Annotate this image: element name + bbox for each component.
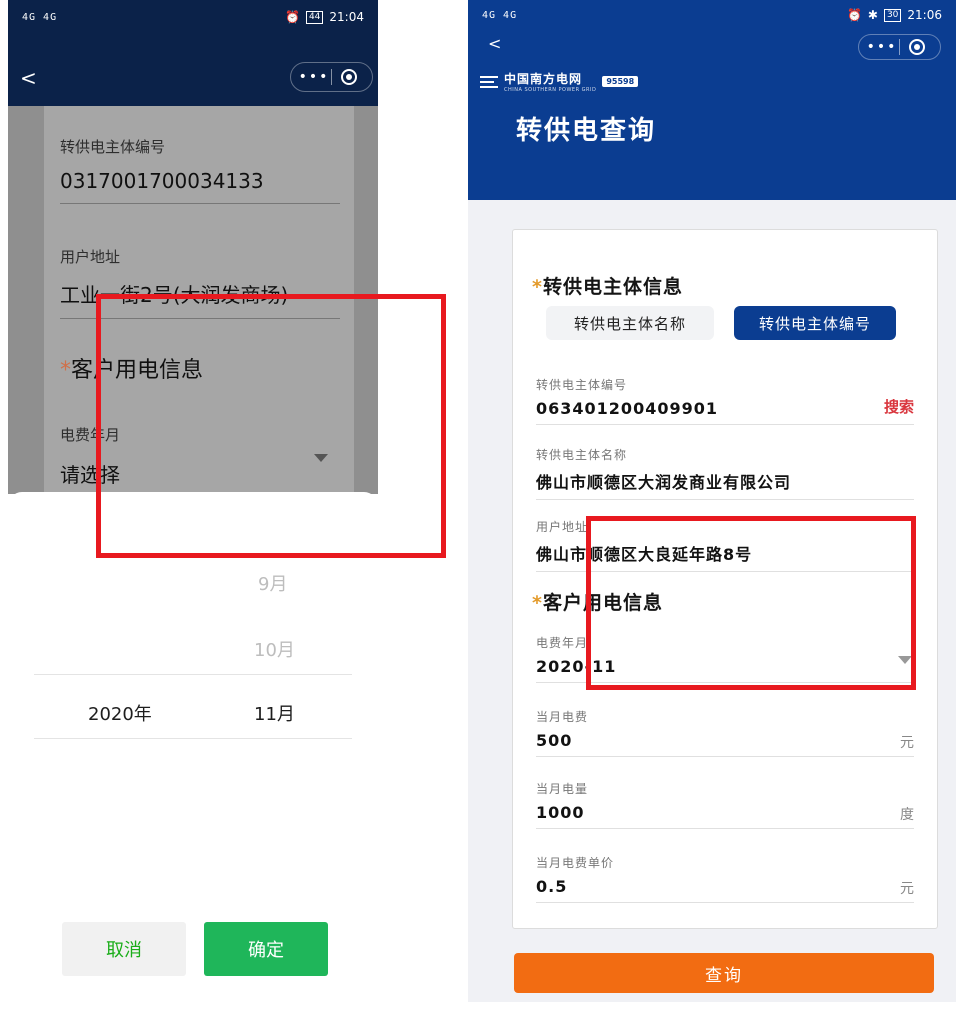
address-label: 用户地址 — [60, 248, 121, 266]
right-nav-header: 4G 4G ⏰ ✱ 30 21:06 < ••• 中国南方电网 CHINA SO… — [468, 0, 956, 200]
subject-no-value: 0317001700034133 — [60, 169, 264, 193]
subject-no-label: 转供电主体编号 — [60, 138, 166, 156]
bluetooth-icon: ✱ — [867, 8, 878, 22]
confirm-button[interactable]: 确定 — [204, 922, 328, 976]
kwh-unit: 度 — [900, 807, 914, 823]
brand-name: 中国南方电网 — [504, 72, 583, 86]
status-time: 21:06 — [907, 8, 942, 22]
kwh-label: 当月电量 — [536, 782, 589, 796]
subject-name-label: 转供电主体名称 — [536, 448, 628, 462]
highlight-box-right — [586, 516, 916, 690]
tab-subject-name[interactable]: 转供电主体名称 — [546, 306, 714, 340]
kwh-value: 1000 — [536, 803, 585, 822]
battery-icon: 30 — [883, 8, 902, 22]
fee-field[interactable]: 当月电费 500 元 — [536, 708, 914, 757]
picker-option-month[interactable]: 9月 — [258, 570, 287, 596]
more-icon[interactable]: ••• — [865, 39, 899, 55]
back-icon[interactable]: < — [488, 34, 501, 53]
signal-indicator: 4G 4G — [482, 9, 518, 21]
picker-option-month[interactable]: 10月 — [254, 636, 295, 662]
fee-value: 500 — [536, 731, 573, 750]
picker-selected-year[interactable]: 2020年 — [88, 700, 152, 726]
alarm-icon: ⏰ — [285, 10, 300, 24]
signal-indicator: 4G 4G — [22, 11, 58, 23]
price-field[interactable]: 当月电费单价 0.5 元 — [536, 854, 914, 903]
highlight-box-left — [96, 294, 446, 558]
page-title: 转供电查询 — [516, 116, 657, 146]
right-status-bar: 4G 4G ⏰ ✱ 30 21:06 — [468, 0, 956, 30]
brand-name-sub: CHINA SOUTHERN POWER GRID — [504, 87, 597, 93]
back-icon[interactable]: < — [20, 66, 37, 90]
close-target-icon[interactable] — [900, 39, 934, 55]
subject-name-value: 佛山市顺德区大润发商业有限公司 — [536, 473, 792, 492]
price-value: 0.5 — [536, 877, 568, 896]
price-unit: 元 — [900, 881, 914, 897]
alarm-icon: ⏰ — [846, 8, 862, 22]
subject-name-field: 转供电主体名称 佛山市顺德区大润发商业有限公司 — [536, 446, 914, 500]
picker-selected-month[interactable]: 11月 — [254, 700, 295, 726]
miniprogram-capsule: ••• — [858, 34, 941, 60]
fee-unit: 元 — [900, 735, 914, 751]
subject-no-label: 转供电主体编号 — [536, 378, 628, 392]
price-label: 当月电费单价 — [536, 856, 615, 870]
close-target-icon[interactable] — [332, 69, 366, 85]
status-time: 21:04 — [329, 10, 364, 24]
kwh-field[interactable]: 当月电量 1000 度 — [536, 780, 914, 829]
search-link[interactable]: 搜索 — [884, 396, 914, 417]
query-button[interactable]: 查询 — [514, 953, 934, 993]
miniprogram-capsule: ••• — [290, 62, 373, 92]
left-nav-header: 4G 4G ⏰ 44 21:04 < ••• — [8, 0, 378, 106]
cancel-button[interactable]: 取消 — [62, 922, 186, 976]
brand-badge: 95598 — [602, 76, 639, 87]
tab-subject-no[interactable]: 转供电主体编号 — [734, 306, 896, 340]
brand-logo: 中国南方电网 CHINA SOUTHERN POWER GRID 95598 — [480, 70, 639, 93]
subject-section-title: *转供电主体信息 — [532, 276, 683, 298]
more-icon[interactable]: ••• — [297, 69, 331, 85]
required-mark: * — [60, 358, 71, 383]
subject-no-field[interactable]: 转供电主体编号 063401200409901 搜索 — [536, 376, 914, 425]
left-status-bar: 4G 4G ⏰ 44 21:04 — [8, 0, 378, 34]
battery-icon: 44 — [305, 10, 324, 24]
power-grid-logo-icon — [480, 75, 498, 88]
subject-no-field: 转供电主体编号 0317001700034133 — [60, 136, 340, 204]
fee-label: 当月电费 — [536, 710, 589, 724]
subject-no-value: 063401200409901 — [536, 399, 718, 418]
